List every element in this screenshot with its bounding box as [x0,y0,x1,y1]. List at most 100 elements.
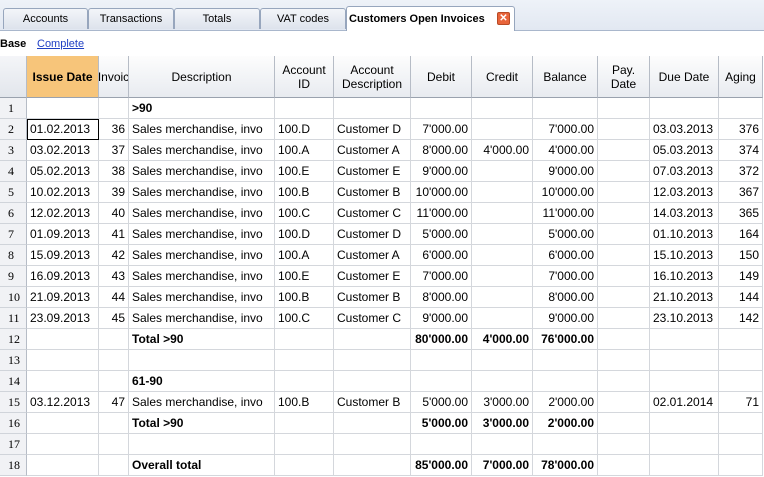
row-number[interactable]: 9 [0,266,27,287]
cell-invoice[interactable] [99,350,129,371]
cell-issue-date[interactable] [27,329,99,350]
cell-account-description[interactable]: Customer A [334,245,411,266]
cell-account-id[interactable] [275,455,334,476]
cell-invoice[interactable] [99,98,129,119]
cell-balance[interactable]: 78'000.00 [533,455,598,476]
cell-balance[interactable]: 76'000.00 [533,329,598,350]
cell-balance[interactable]: 10'000.00 [533,182,598,203]
cell-invoice[interactable]: 42 [99,245,129,266]
cell-debit[interactable] [411,350,472,371]
cell-account-description[interactable] [334,413,411,434]
cell-credit[interactable] [472,245,533,266]
cell-pay-date[interactable] [598,245,650,266]
view-base[interactable]: Base [0,38,26,50]
cell-credit[interactable] [472,434,533,455]
cell-due-date[interactable]: 05.03.2013 [650,140,719,161]
cell-issue-date[interactable]: 01.02.2013 [27,119,99,140]
column-header-aging[interactable]: Aging [719,56,763,98]
cell-issue-date[interactable]: 23.09.2013 [27,308,99,329]
cell-issue-date[interactable]: 12.02.2013 [27,203,99,224]
cell-due-date[interactable]: 03.03.2013 [650,119,719,140]
cell-debit[interactable]: 10'000.00 [411,182,472,203]
cell-account-description[interactable] [334,434,411,455]
cell-account-id[interactable]: 100.D [275,119,334,140]
cell-account-description[interactable]: Customer E [334,266,411,287]
cell-account-description[interactable] [334,329,411,350]
cell-pay-date[interactable] [598,140,650,161]
tab-totals[interactable]: Totals [174,8,260,29]
cell-account-id[interactable]: 100.E [275,266,334,287]
cell-description[interactable]: Sales merchandise, invo [129,119,275,140]
cell-issue-date[interactable] [27,455,99,476]
cell-aging[interactable]: 374 [719,140,763,161]
column-header-invoice[interactable]: Invoic [99,56,129,98]
cell-description[interactable]: Sales merchandise, invo [129,287,275,308]
cell-description[interactable]: Sales merchandise, invo [129,161,275,182]
cell-due-date[interactable] [650,350,719,371]
cell-aging[interactable]: 372 [719,161,763,182]
cell-debit[interactable]: 5'000.00 [411,224,472,245]
cell-credit[interactable] [472,287,533,308]
cell-aging[interactable]: 142 [719,308,763,329]
cell-aging[interactable] [719,350,763,371]
cell-invoice[interactable]: 36 [99,119,129,140]
cell-description[interactable]: 61-90 [129,371,275,392]
cell-account-description[interactable]: Customer B [334,182,411,203]
cell-invoice[interactable] [99,371,129,392]
cell-due-date[interactable] [650,413,719,434]
cell-aging[interactable] [719,434,763,455]
cell-pay-date[interactable] [598,98,650,119]
cell-due-date[interactable]: 15.10.2013 [650,245,719,266]
cell-aging[interactable]: 149 [719,266,763,287]
cell-pay-date[interactable] [598,392,650,413]
cell-issue-date[interactable]: 05.02.2013 [27,161,99,182]
column-header-issue-date[interactable]: Issue Date [27,56,99,98]
cell-invoice[interactable] [99,413,129,434]
row-number[interactable]: 14 [0,371,27,392]
cell-due-date[interactable]: 02.01.2014 [650,392,719,413]
cell-pay-date[interactable] [598,203,650,224]
column-header-due-date[interactable]: Due Date [650,56,719,98]
view-complete-link[interactable]: Complete [37,38,84,50]
cell-account-id[interactable] [275,329,334,350]
cell-invoice[interactable]: 38 [99,161,129,182]
cell-invoice[interactable] [99,329,129,350]
cell-aging[interactable] [719,413,763,434]
cell-pay-date[interactable] [598,371,650,392]
row-number[interactable]: 16 [0,413,27,434]
column-header-balance[interactable]: Balance [533,56,598,98]
cell-account-description[interactable] [334,350,411,371]
cell-pay-date[interactable] [598,287,650,308]
cell-issue-date[interactable]: 10.02.2013 [27,182,99,203]
cell-credit[interactable] [472,350,533,371]
column-header-pay-date[interactable]: Pay. Date [598,56,650,98]
cell-description[interactable]: >90 [129,98,275,119]
cell-account-description[interactable]: Customer C [334,308,411,329]
column-header-account-description[interactable]: Account Description [334,56,411,98]
cell-aging[interactable] [719,371,763,392]
cell-balance[interactable]: 11'000.00 [533,203,598,224]
tab-accounts[interactable]: Accounts [3,8,88,29]
cell-account-id[interactable]: 100.C [275,203,334,224]
cell-aging[interactable]: 376 [719,119,763,140]
cell-account-description[interactable]: Customer A [334,140,411,161]
cell-credit[interactable] [472,119,533,140]
cell-description[interactable] [129,434,275,455]
cell-description[interactable]: Total >90 [129,413,275,434]
cell-debit[interactable]: 8'000.00 [411,287,472,308]
cell-debit[interactable]: 8'000.00 [411,140,472,161]
cell-due-date[interactable] [650,98,719,119]
cell-balance[interactable]: 4'000.00 [533,140,598,161]
cell-due-date[interactable]: 16.10.2013 [650,266,719,287]
row-number[interactable]: 15 [0,392,27,413]
tab-transactions[interactable]: Transactions [88,8,174,29]
row-number[interactable]: 3 [0,140,27,161]
cell-aging[interactable]: 144 [719,287,763,308]
cell-due-date[interactable]: 07.03.2013 [650,161,719,182]
tab-customers-open-invoices[interactable]: Customers Open Invoices ✕ [346,6,515,31]
cell-account-id[interactable] [275,371,334,392]
row-number[interactable]: 13 [0,350,27,371]
row-number[interactable]: 18 [0,455,27,476]
cell-aging[interactable] [719,455,763,476]
cell-invoice[interactable]: 43 [99,266,129,287]
